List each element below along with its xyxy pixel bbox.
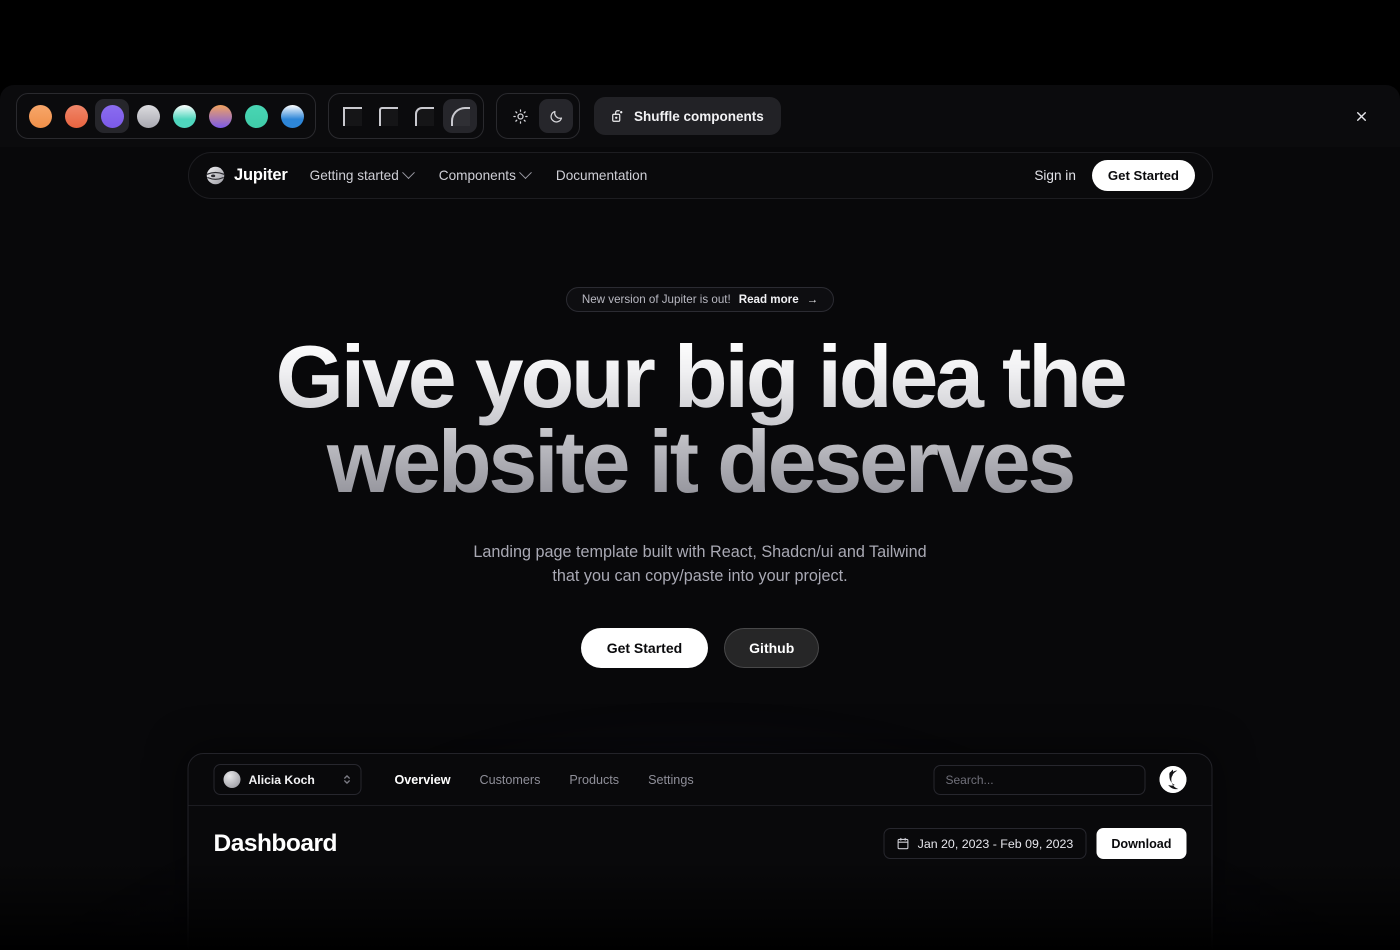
nav-link-documentation[interactable]: Documentation — [556, 168, 647, 183]
get-started-nav-button[interactable]: Get Started — [1091, 160, 1195, 191]
nav-link-label: Documentation — [555, 168, 648, 183]
nav-link-components[interactable]: Components — [438, 166, 532, 183]
dashboard-tabs: Overview Customers Products Settings — [395, 773, 694, 787]
swatch-dot-red — [64, 104, 88, 128]
radius-selector-group — [328, 93, 484, 139]
chevron-down-icon — [519, 166, 532, 180]
swatch-dot-orange-violet — [208, 104, 232, 128]
nav-link-label: Getting started — [309, 168, 399, 183]
team-name: Alicia Koch — [248, 772, 315, 787]
color-swatch-orange[interactable] — [23, 99, 57, 133]
dashboard-preview: Alicia Koch Overview Customers Products Set… — [187, 753, 1213, 950]
page-title: Give your big idea the website it deserv… — [0, 334, 1400, 505]
close-icon[interactable] — [1346, 101, 1376, 131]
dice-icon — [611, 109, 625, 123]
dashboard-header-row: Dashboard Jan 20, 2023 - Feb 09, 2023 Do… — [214, 828, 1187, 859]
corner-radius-icon — [450, 106, 470, 126]
radius-option-radius-md[interactable] — [407, 99, 441, 133]
swatch-dot-orange — [28, 104, 52, 128]
color-swatch-red[interactable] — [59, 99, 93, 133]
download-button[interactable]: Download — [1096, 828, 1187, 859]
theme-mode-group — [496, 93, 580, 139]
swatch-dot-green — [244, 104, 268, 128]
sign-in-button[interactable]: Sign in — [1034, 168, 1076, 183]
get-started-hero-button[interactable]: Get Started — [580, 628, 709, 669]
dashboard-topbar-right — [933, 764, 1187, 795]
tab-settings[interactable]: Settings — [648, 773, 694, 787]
jupiter-planet-icon — [205, 165, 226, 186]
tab-overview[interactable]: Overview — [395, 773, 451, 787]
nav-actions: Sign in Get Started — [1034, 160, 1195, 191]
corner-radius-icon — [378, 106, 398, 126]
radius-option-radius-lg[interactable] — [443, 99, 477, 133]
date-range-picker[interactable]: Jan 20, 2023 - Feb 09, 2023 — [883, 828, 1087, 859]
theme-customizer-bar: Shuffle components — [0, 85, 1400, 147]
theme-mode-light-button[interactable] — [503, 99, 537, 133]
announcement-badge[interactable]: New version of Jupiter is out! Read more… — [565, 287, 835, 312]
site-canvas: Jupiter Getting started Components Documen… — [0, 147, 1400, 950]
brand-name: Jupiter — [234, 166, 288, 184]
nav-link-getting-started[interactable]: Getting started — [309, 166, 415, 183]
moon-icon — [549, 109, 564, 124]
team-avatar — [223, 771, 241, 788]
nav-links: Getting started Components Documentation — [309, 166, 647, 183]
corner-radius-icon — [414, 106, 434, 126]
shuffle-components-button[interactable]: Shuffle components — [594, 97, 781, 135]
dashboard-topbar: Alicia Koch Overview Customers Products Set… — [188, 754, 1212, 806]
announcement-cta: Read more — [738, 293, 799, 306]
radius-option-radius-0[interactable] — [335, 99, 369, 133]
calendar-icon — [897, 837, 910, 850]
color-swatch-orange-violet[interactable] — [203, 99, 237, 133]
swatch-dot-violet — [100, 104, 124, 128]
theme-mode-dark-button[interactable] — [539, 99, 573, 133]
dashboard-header-actions: Jan 20, 2023 - Feb 09, 2023 Download — [883, 828, 1187, 859]
team-switcher[interactable]: Alicia Koch — [213, 764, 362, 795]
headline-line-2: website it deserves — [326, 412, 1074, 512]
brand-link[interactable]: Jupiter — [205, 165, 288, 186]
announcement-text: New version of Jupiter is out! — [581, 293, 731, 306]
color-swatch-green[interactable] — [239, 99, 273, 133]
date-range-label: Jan 20, 2023 - Feb 09, 2023 — [917, 836, 1074, 851]
top-background-strip — [0, 0, 1400, 85]
dashboard-title: Dashboard — [213, 829, 338, 857]
search-input[interactable] — [933, 764, 1146, 795]
nav-link-label: Components — [438, 168, 516, 183]
dashboard-card: Alicia Koch Overview Customers Products Set… — [187, 753, 1213, 950]
arrow-right-icon: → — [806, 293, 819, 306]
chevron-updown-icon — [343, 773, 352, 786]
color-swatch-group — [16, 93, 316, 139]
headline-line-1: Give your big idea the — [275, 327, 1125, 426]
main-navbar: Jupiter Getting started Components Documen… — [188, 152, 1213, 199]
color-swatch-slate[interactable] — [131, 99, 165, 133]
swatch-dot-white-teal — [172, 104, 196, 128]
tab-products[interactable]: Products — [569, 773, 619, 787]
hero-subtitle: Landing page template built with React, … — [473, 542, 927, 585]
shuffle-label: Shuffle components — [634, 108, 764, 124]
swatch-dot-slate — [136, 104, 160, 128]
tab-customers[interactable]: Customers — [480, 773, 541, 787]
swatch-dot-blue — [280, 104, 304, 128]
color-swatch-violet[interactable] — [95, 99, 129, 133]
chevron-down-icon — [401, 166, 415, 180]
dashboard-body: Dashboard Jan 20, 2023 - Feb 09, 2023 Do… — [189, 806, 1212, 859]
color-swatch-white-teal[interactable] — [167, 99, 201, 133]
page-root: Shuffle components Jupiter Getting start… — [0, 0, 1400, 950]
hero-section: New version of Jupiter is out! Read more… — [0, 147, 1400, 669]
sun-icon — [512, 108, 528, 124]
hero-cta-row: Get Started Github — [0, 628, 1400, 669]
corner-radius-icon — [342, 106, 362, 126]
color-swatch-blue[interactable] — [275, 99, 309, 133]
radius-option-radius-sm[interactable] — [371, 99, 405, 133]
github-button[interactable]: Github — [724, 628, 820, 669]
avatar[interactable] — [1159, 766, 1187, 793]
